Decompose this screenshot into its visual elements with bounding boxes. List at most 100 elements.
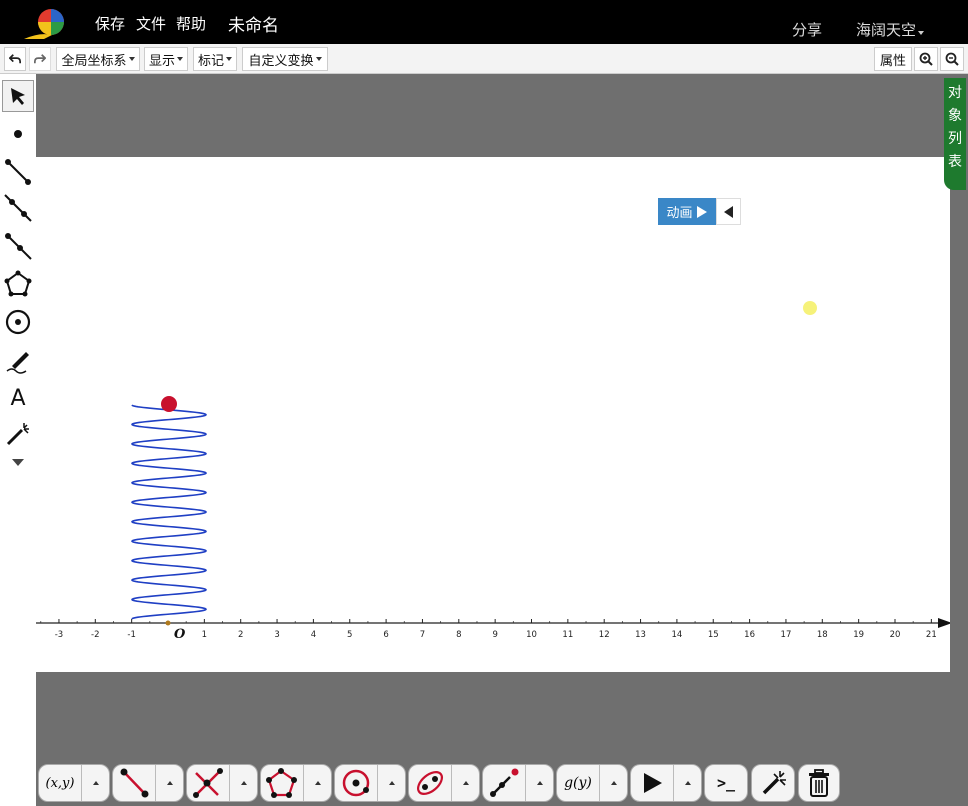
axis-tick-label: 19 xyxy=(853,630,864,640)
magic-wand-tool-left[interactable] xyxy=(2,418,34,450)
polygon-tool-dropdown[interactable] xyxy=(303,765,331,801)
segment-tool-button[interactable] xyxy=(113,765,155,801)
axis-tick-label: 5 xyxy=(347,630,352,640)
mark-dropdown[interactable]: 标记 xyxy=(193,47,237,71)
display-dropdown[interactable]: 显示 xyxy=(144,47,188,71)
chevron-up-icon xyxy=(536,781,543,785)
circle-tool-group xyxy=(334,764,406,802)
coord-system-label: 全局坐标系 xyxy=(61,53,127,69)
mark-label: 标记 xyxy=(198,53,225,69)
axis-tick-label: 4 xyxy=(311,630,316,640)
origin-label: O xyxy=(174,627,186,642)
axis-tick-label: 10 xyxy=(526,630,537,640)
yellow-point[interactable] xyxy=(803,301,817,315)
axis-tick-label: 2 xyxy=(238,630,243,640)
pen-tool[interactable] xyxy=(2,344,34,376)
circle-tool-left[interactable] xyxy=(2,306,34,338)
axis-tick-label: 8 xyxy=(456,630,461,640)
point-tool[interactable] xyxy=(2,118,34,150)
axis-tick-label: -2 xyxy=(91,630,99,640)
spring-curve[interactable] xyxy=(131,404,207,620)
text-icon: A xyxy=(10,385,26,411)
ray-icon xyxy=(5,233,32,260)
polygon-icon xyxy=(266,768,297,798)
intersect-tool-group xyxy=(186,764,258,802)
user-menu[interactable]: 海阔天空 xyxy=(856,19,925,40)
more-tools-icon xyxy=(12,459,24,466)
ray-tool[interactable] xyxy=(2,230,34,262)
toolbar: 全局坐标系 显示 标记 自定义变换 属性 xyxy=(0,44,968,74)
segment-tool-left[interactable] xyxy=(2,156,34,188)
axis-tick-label: -3 xyxy=(55,630,63,640)
spring-ball[interactable] xyxy=(161,396,177,412)
properties-button[interactable]: 属性 xyxy=(874,47,912,71)
axis-tick-label: -1 xyxy=(127,630,135,640)
zoom-in-button[interactable] xyxy=(914,47,938,71)
text-tool[interactable]: A xyxy=(2,382,34,414)
line-tool[interactable] xyxy=(2,192,34,224)
segment-icon xyxy=(5,159,31,185)
animation-play-button[interactable]: 动画 xyxy=(658,198,716,225)
share-button[interactable]: 分享 xyxy=(792,19,822,40)
select-tool[interactable] xyxy=(2,80,34,112)
axis-tick-label: 17 xyxy=(781,630,792,640)
axis-tick-label: 6 xyxy=(383,630,388,640)
animation-tool-group xyxy=(630,764,702,802)
conic-tool-dropdown[interactable] xyxy=(451,765,479,801)
axis-tick-label: 7 xyxy=(420,630,425,640)
coordinate-tool-dropdown[interactable] xyxy=(81,765,109,801)
chevron-up-icon xyxy=(240,781,247,785)
axis-tick-label: 9 xyxy=(492,630,497,640)
coordinate-tool-button[interactable]: (x,y) xyxy=(39,765,81,801)
origin-point[interactable] xyxy=(165,620,171,626)
custom-transform-dropdown[interactable]: 自定义变换 xyxy=(242,47,328,71)
undo-button[interactable] xyxy=(4,47,26,71)
animation-tool-button[interactable] xyxy=(631,765,673,801)
chevron-up-icon xyxy=(166,781,173,785)
axis-tick-label: 13 xyxy=(635,630,646,640)
trash-icon xyxy=(809,769,829,797)
polygon-tool-button[interactable] xyxy=(261,765,303,801)
zoom-out-button[interactable] xyxy=(940,47,964,71)
menu-file[interactable]: 文件 xyxy=(136,13,166,34)
menu-save[interactable]: 保存 xyxy=(95,13,125,34)
animation-tool-dropdown[interactable] xyxy=(673,765,701,801)
intersect-tool-dropdown[interactable] xyxy=(229,765,257,801)
function-tool-dropdown[interactable] xyxy=(599,765,627,801)
object-tab-char: 象 xyxy=(948,108,962,124)
drawing-canvas[interactable]: -3 -2 -1 1 2 3 4 5 6 7 8 9 10 11 12 13 14 15 16 17 18 19 20 21 … xyxy=(36,157,952,672)
circle-icon xyxy=(5,309,31,335)
chevron-down-icon xyxy=(128,57,135,61)
axis-tick-label: 3 xyxy=(274,630,279,640)
polygon-tool-left[interactable] xyxy=(2,268,34,300)
delete-tool-button[interactable] xyxy=(798,764,840,802)
axis-tick-label: 21 xyxy=(926,630,937,640)
function-tool-label: g(y) xyxy=(564,775,592,791)
command-prompt-icon: >_ xyxy=(716,774,736,792)
circle-tool-dropdown[interactable] xyxy=(377,765,405,801)
function-tool-button[interactable]: g(y) xyxy=(557,765,599,801)
zoom-in-icon xyxy=(919,52,933,66)
intersect-tool-button[interactable] xyxy=(187,765,229,801)
chevron-up-icon xyxy=(388,781,395,785)
redo-button[interactable] xyxy=(29,47,51,71)
conic-tool-group xyxy=(408,764,480,802)
coord-system-dropdown[interactable]: 全局坐标系 xyxy=(56,47,140,71)
more-tools-button[interactable] xyxy=(2,450,34,474)
object-list-tab[interactable]: 对 象 列 表 xyxy=(944,78,966,190)
object-tab-char: 表 xyxy=(948,154,962,170)
point-on-object-tool-dropdown[interactable] xyxy=(525,765,553,801)
magic-wand-tool-button[interactable] xyxy=(751,764,795,802)
animation-reverse-button[interactable] xyxy=(716,198,741,225)
axis-tick-label: 20 xyxy=(890,630,901,640)
conic-tool-button[interactable] xyxy=(409,765,451,801)
segment-tool-dropdown[interactable] xyxy=(155,765,183,801)
circle-tool-button[interactable] xyxy=(335,765,377,801)
segment-tool-group xyxy=(112,764,184,802)
document-title[interactable]: 未命名 xyxy=(228,11,279,36)
menu-help[interactable]: 帮助 xyxy=(176,13,206,34)
point-on-object-tool-button[interactable] xyxy=(483,765,525,801)
chevron-down-icon xyxy=(918,31,925,35)
axis-tick-label: 15 xyxy=(708,630,719,640)
command-tool-button[interactable]: >_ xyxy=(704,764,748,802)
